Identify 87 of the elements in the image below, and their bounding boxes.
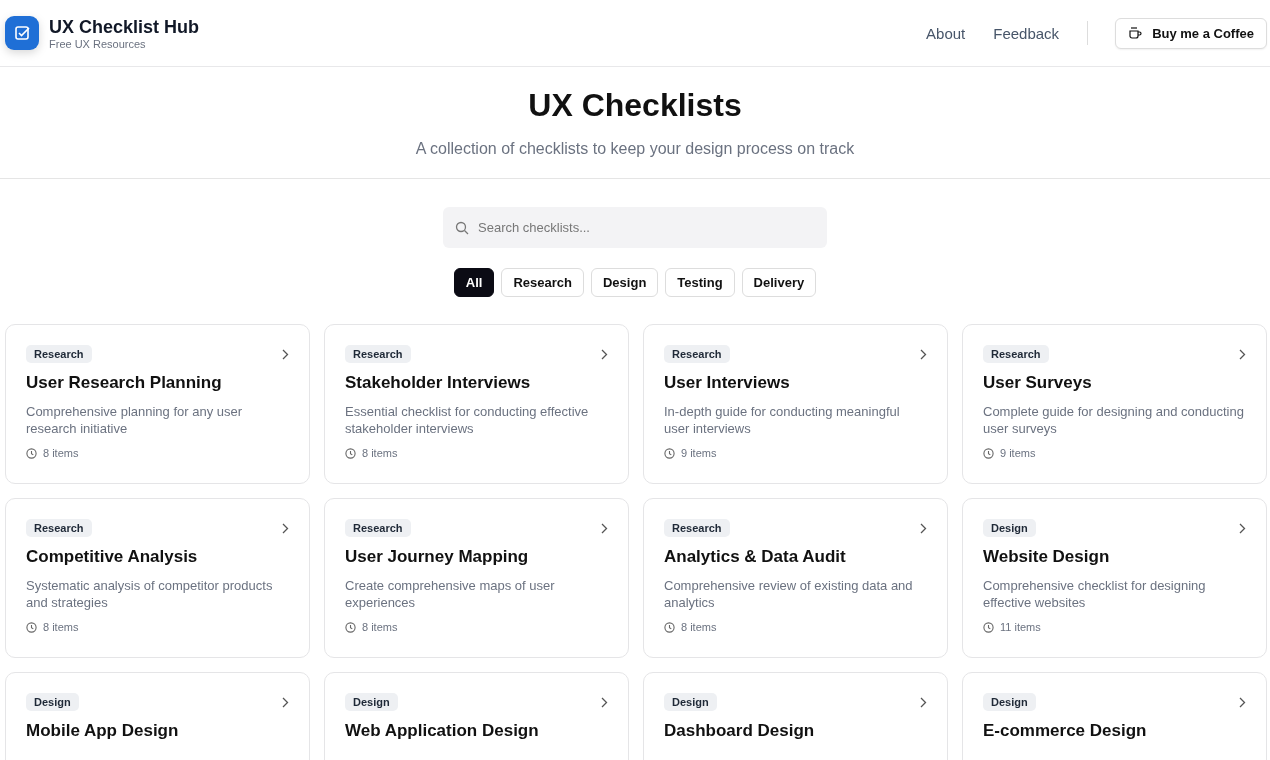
clock-icon	[983, 447, 994, 459]
page-title: UX Checklists	[527, 87, 743, 124]
card-title: Analytics & Data Audit	[664, 547, 847, 567]
category-tag: Design	[26, 693, 79, 711]
checklist-card[interactable]: Design Website Design Comprehensive checklist for designing effective websites 11 items	[962, 498, 1267, 658]
card-title: Competitive Analysis	[26, 547, 199, 567]
brand-name: UX Checklist Hub	[49, 16, 200, 38]
chevron-right-icon	[919, 348, 927, 360]
card-description: Comprehensive planning for any user research initiative	[26, 403, 244, 437]
category-tag: Design	[983, 519, 1036, 537]
checklist-card[interactable]: Research User Research Planning Comprehensive planning for any user research initiative 8 items	[5, 324, 310, 484]
clock-icon	[26, 447, 37, 459]
clock-icon	[983, 621, 994, 633]
clock-icon	[26, 621, 37, 633]
category-tag: Research	[345, 345, 411, 363]
nav-link[interactable]: About	[926, 24, 966, 42]
card-description: Complete guide for designing and conducting user surveys	[983, 403, 1245, 437]
clock-icon	[345, 621, 356, 633]
chevron-right-icon	[1238, 348, 1246, 360]
card-description: Create comprehensive maps of user experiences	[345, 577, 556, 611]
checklist-card[interactable]: Design Web Application Design	[324, 672, 629, 760]
checklist-card[interactable]: Design Mobile App Design	[5, 672, 310, 760]
card-description: Essential checklist for conducting effective stakeholder interviews	[345, 403, 590, 437]
card-description: Systematic analysis of competitor products and strategies	[26, 577, 274, 611]
coffee-cup-icon	[1128, 26, 1143, 40]
chevron-right-icon	[281, 522, 289, 534]
chevron-right-icon	[1238, 696, 1246, 708]
card-description: Comprehensive review of existing data and analytics	[664, 577, 914, 611]
card-title: User Journey Mapping	[345, 547, 530, 567]
item-count: 9 items	[1000, 447, 1036, 459]
card-description: Comprehensive checklist for designing effective websites	[983, 577, 1207, 611]
card-title: User Interviews	[664, 373, 791, 393]
card-title: E-commerce Design	[983, 721, 1148, 741]
item-count: 9 items	[681, 447, 717, 459]
category-tag: Design	[345, 693, 398, 711]
item-count: 8 items	[43, 621, 79, 633]
clock-icon	[345, 447, 356, 459]
nav-link[interactable]: Feedback	[993, 24, 1060, 42]
category-tag: Research	[26, 519, 92, 537]
chevron-right-icon	[919, 696, 927, 708]
category-tag: Design	[664, 693, 717, 711]
item-count: 8 items	[681, 621, 717, 633]
chevron-right-icon	[600, 522, 608, 534]
checklist-card[interactable]: Research Stakeholder Interviews Essential checklist for conducting effective stakeholder interviews 8 items	[324, 324, 629, 484]
chevron-right-icon	[1238, 522, 1246, 534]
checkbox-logo-icon	[5, 16, 39, 50]
category-tag: Research	[664, 345, 730, 363]
category-tag: Design	[983, 693, 1036, 711]
checklist-card[interactable]: Research User Interviews In-depth guide for conducting meaningful user interviews 9 items	[643, 324, 948, 484]
brand-tagline: Free UX Resources	[49, 37, 147, 50]
clock-icon	[664, 621, 675, 633]
card-title: Mobile App Design	[26, 721, 180, 741]
checklist-card[interactable]: Research User Surveys Complete guide for designing and conducting user surveys 9 items	[962, 324, 1267, 484]
card-title: Stakeholder Interviews	[345, 373, 532, 393]
card-title: User Research Planning	[26, 373, 223, 393]
page-subtitle: A collection of checklists to keep your design process on track	[414, 140, 856, 158]
item-count: 8 items	[43, 447, 79, 459]
filter-chip[interactable]: Testing	[665, 268, 735, 297]
item-count: 11 items	[1000, 621, 1041, 633]
category-tag: Research	[664, 519, 730, 537]
checklist-card[interactable]: Design E-commerce Design	[962, 672, 1267, 760]
card-title: User Surveys	[983, 373, 1093, 393]
coffee-button[interactable]: Buy me a Coffee	[1115, 17, 1267, 49]
category-tag: Research	[345, 519, 411, 537]
item-count: 8 items	[362, 447, 398, 459]
chevron-right-icon	[919, 522, 927, 534]
checklist-card[interactable]: Research Competitive Analysis Systematic analysis of competitor products and strategies 8 items	[5, 498, 310, 658]
chevron-right-icon	[281, 348, 289, 360]
checklist-card[interactable]: Design Dashboard Design	[643, 672, 948, 760]
filter-chip[interactable]: Research	[501, 268, 584, 297]
filter-chip[interactable]: All	[453, 268, 495, 297]
card-description: In-depth guide for conducting meaningful user interviews	[664, 403, 901, 437]
card-title: Dashboard Design	[664, 721, 816, 741]
card-title: Website Design	[983, 547, 1111, 567]
category-tag: Research	[26, 345, 92, 363]
card-title: Web Application Design	[345, 721, 540, 741]
clock-icon	[664, 447, 675, 459]
chevron-right-icon	[281, 696, 289, 708]
item-count: 8 items	[362, 621, 398, 633]
filter-chip[interactable]: Design	[591, 268, 659, 297]
chevron-right-icon	[600, 696, 608, 708]
search-field[interactable]: Search checklists...	[443, 207, 827, 248]
category-tag: Research	[983, 345, 1049, 363]
checklist-card[interactable]: Research User Journey Mapping Create comprehensive maps of user experiences 8 items	[324, 498, 629, 658]
filter-chip[interactable]: Delivery	[741, 268, 817, 297]
checklist-card[interactable]: Research Analytics & Data Audit Comprehensive review of existing data and analytics 8 items	[643, 498, 948, 658]
chevron-right-icon	[600, 348, 608, 360]
